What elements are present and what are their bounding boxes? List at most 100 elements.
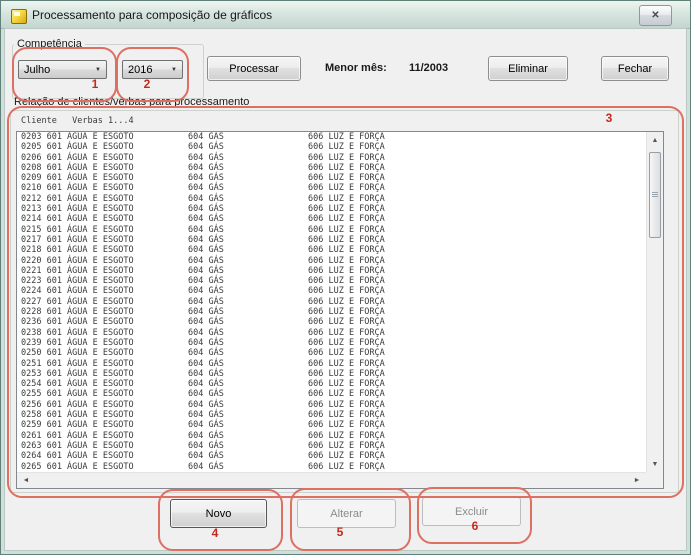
list-item-cell: 606 LUZ E FORÇA (308, 152, 385, 163)
list-item-cell: 604 GÁS (188, 420, 224, 431)
list-item-cell: 0213 601 ÁGUA E ESGOTO (21, 204, 134, 215)
list-item[interactable]: 0209 601 ÁGUA E ESGOTO 604 GÁS 606 LUZ E F… (17, 173, 646, 183)
list-item[interactable]: 0203 601 ÁGUA E ESGOTO 604 GÁS 606 LUZ E F… (17, 132, 646, 142)
list-item-cell: 606 LUZ E FORÇA (308, 461, 385, 472)
list-item[interactable]: 0213 601 ÁGUA E ESGOTO 604 GÁS 606 LUZ E F… (17, 204, 646, 214)
list-item[interactable]: 0212 601 ÁGUA E ESGOTO 604 GÁS 606 LUZ E F… (17, 194, 646, 204)
title-bar[interactable]: Processamento para composição de gráfico… (1, 1, 690, 29)
list-item-cell: 604 GÁS (188, 255, 224, 266)
alterar-button: Alterar (297, 499, 396, 528)
list-item-cell: 604 GÁS (188, 204, 224, 215)
list-item-cell: 604 GÁS (188, 265, 224, 276)
list-item[interactable]: 0210 601 ÁGUA E ESGOTO 604 GÁS 606 LUZ E F… (17, 183, 646, 193)
list-item-cell: 606 LUZ E FORÇA (308, 265, 385, 276)
list-item[interactable]: 0265 601 ÁGUA E ESGOTO 604 GÁS 606 LUZ E F… (17, 462, 646, 472)
list-item-cell: 604 GÁS (188, 296, 224, 307)
list-item[interactable]: 0205 601 ÁGUA E ESGOTO 604 GÁS 606 LUZ E F… (17, 142, 646, 152)
list-item-cell: 606 LUZ E FORÇA (308, 358, 385, 369)
list-item-cell: 606 LUZ E FORÇA (308, 276, 385, 287)
list-item-cell: 0265 601 ÁGUA E ESGOTO (21, 461, 134, 472)
month-select-value: Julho (24, 63, 51, 76)
list-item[interactable]: 0218 601 ÁGUA E ESGOTO 604 GÁS 606 LUZ E F… (17, 245, 646, 255)
list-item-cell: 0227 601 ÁGUA E ESGOTO (21, 296, 134, 307)
list-item-cell: 0210 601 ÁGUA E ESGOTO (21, 183, 134, 194)
scroll-left-icon[interactable]: ◄ (19, 473, 33, 488)
list-item-cell: 604 GÁS (188, 399, 224, 410)
list-item-cell: 606 LUZ E FORÇA (308, 224, 385, 235)
close-button[interactable]: ✕ (639, 5, 672, 26)
year-select[interactable]: 2016 ▼ (122, 60, 183, 79)
vertical-scrollbar[interactable]: ▲ ▼ (646, 132, 663, 472)
list-item-cell: 604 GÁS (188, 451, 224, 462)
list-item-cell: 604 GÁS (188, 132, 224, 142)
list-item-cell: 0215 601 ÁGUA E ESGOTO (21, 224, 134, 235)
horizontal-scrollbar[interactable]: ◄ ► (17, 472, 646, 488)
list-item-cell: 606 LUZ E FORÇA (308, 337, 385, 348)
list-item[interactable]: 0239 601 ÁGUA E ESGOTO 604 GÁS 606 LUZ E F… (17, 338, 646, 348)
list-item[interactable]: 0223 601 ÁGUA E ESGOTO 604 GÁS 606 LUZ E F… (17, 276, 646, 286)
list-item-cell: 604 GÁS (188, 152, 224, 163)
list-item[interactable]: 0228 601 ÁGUA E ESGOTO 604 GÁS 606 LUZ E F… (17, 307, 646, 317)
list-item[interactable]: 0208 601 ÁGUA E ESGOTO 604 GÁS 606 LUZ E F… (17, 163, 646, 173)
list-item-cell: 606 LUZ E FORÇA (308, 368, 385, 379)
close-icon: ✕ (651, 10, 660, 21)
list-item-cell: 604 GÁS (188, 430, 224, 441)
list-item[interactable]: 0253 601 ÁGUA E ESGOTO 604 GÁS 606 LUZ E F… (17, 369, 646, 379)
scroll-right-icon[interactable]: ► (630, 473, 644, 488)
novo-button[interactable]: Novo (170, 499, 267, 528)
list-header: Cliente Verbas 1...4 (21, 116, 134, 126)
list-item[interactable]: 0221 601 ÁGUA E ESGOTO 604 GÁS 606 LUZ E F… (17, 266, 646, 276)
list-item-cell: 604 GÁS (188, 389, 224, 400)
clientes-listbox[interactable]: 0203 601 ÁGUA E ESGOTO 604 GÁS 606 LUZ E F… (16, 131, 664, 489)
list-item[interactable]: 0251 601 ÁGUA E ESGOTO 604 GÁS 606 LUZ E F… (17, 359, 646, 369)
list-item-cell: 606 LUZ E FORÇA (308, 307, 385, 318)
list-item[interactable]: 0259 601 ÁGUA E ESGOTO 604 GÁS 606 LUZ E F… (17, 420, 646, 430)
list-item-cell: 604 GÁS (188, 193, 224, 204)
list-item-cell: 606 LUZ E FORÇA (308, 379, 385, 390)
list-item-cell: 0221 601 ÁGUA E ESGOTO (21, 265, 134, 276)
list-item[interactable]: 0263 601 ÁGUA E ESGOTO 604 GÁS 606 LUZ E F… (17, 441, 646, 451)
list-item[interactable]: 0250 601 ÁGUA E ESGOTO 604 GÁS 606 LUZ E F… (17, 348, 646, 358)
list-item-cell: 606 LUZ E FORÇA (308, 348, 385, 359)
list-item-cell: 606 LUZ E FORÇA (308, 296, 385, 307)
list-item[interactable]: 0236 601 ÁGUA E ESGOTO 604 GÁS 606 LUZ E F… (17, 317, 646, 327)
list-item-cell: 606 LUZ E FORÇA (308, 204, 385, 215)
fechar-button[interactable]: Fechar (601, 56, 669, 81)
chevron-down-icon: ▼ (171, 66, 177, 73)
list-item[interactable]: 0255 601 ÁGUA E ESGOTO 604 GÁS 606 LUZ E F… (17, 389, 646, 399)
list-item-cell: 604 GÁS (188, 368, 224, 379)
list-item[interactable]: 0224 601 ÁGUA E ESGOTO 604 GÁS 606 LUZ E F… (17, 286, 646, 296)
eliminar-button[interactable]: Eliminar (488, 56, 568, 81)
list-item[interactable]: 0256 601 ÁGUA E ESGOTO 604 GÁS 606 LUZ E F… (17, 400, 646, 410)
list-item-cell: 606 LUZ E FORÇA (308, 162, 385, 173)
list-item[interactable]: 0217 601 ÁGUA E ESGOTO 604 GÁS 606 LUZ E F… (17, 235, 646, 245)
list-item-cell: 606 LUZ E FORÇA (308, 440, 385, 451)
list-item-cell: 0253 601 ÁGUA E ESGOTO (21, 368, 134, 379)
list-item[interactable]: 0227 601 ÁGUA E ESGOTO 604 GÁS 606 LUZ E F… (17, 297, 646, 307)
list-item-cell: 606 LUZ E FORÇA (308, 132, 385, 142)
list-item-cell: 0212 601 ÁGUA E ESGOTO (21, 193, 134, 204)
list-item-cell: 604 GÁS (188, 461, 224, 472)
list-item-cell: 604 GÁS (188, 173, 224, 184)
scrollbar-thumb[interactable] (649, 152, 661, 238)
scroll-down-icon[interactable]: ▼ (647, 456, 663, 472)
scrollbar-corner (646, 472, 663, 488)
list-item-cell: 0236 601 ÁGUA E ESGOTO (21, 317, 134, 328)
list-item-cell: 604 GÁS (188, 327, 224, 338)
processar-button[interactable]: Processar (207, 56, 301, 81)
list-item[interactable]: 0238 601 ÁGUA E ESGOTO 604 GÁS 606 LUZ E F… (17, 328, 646, 338)
menor-mes-label: Menor mês: (325, 62, 387, 74)
list-item[interactable]: 0258 601 ÁGUA E ESGOTO 604 GÁS 606 LUZ E F… (17, 410, 646, 420)
list-item[interactable]: 0220 601 ÁGUA E ESGOTO 604 GÁS 606 LUZ E F… (17, 256, 646, 266)
list-item[interactable]: 0206 601 ÁGUA E ESGOTO 604 GÁS 606 LUZ E F… (17, 153, 646, 163)
list-item-cell: 604 GÁS (188, 348, 224, 359)
list-item[interactable]: 0214 601 ÁGUA E ESGOTO 604 GÁS 606 LUZ E F… (17, 214, 646, 224)
list-item-cell: 0238 601 ÁGUA E ESGOTO (21, 327, 134, 338)
list-item[interactable]: 0215 601 ÁGUA E ESGOTO 604 GÁS 606 LUZ E F… (17, 225, 646, 235)
list-item[interactable]: 0261 601 ÁGUA E ESGOTO 604 GÁS 606 LUZ E F… (17, 431, 646, 441)
list-item-cell: 604 GÁS (188, 440, 224, 451)
month-select[interactable]: Julho ▼ (18, 60, 107, 79)
scroll-up-icon[interactable]: ▲ (647, 132, 663, 148)
list-item[interactable]: 0254 601 ÁGUA E ESGOTO 604 GÁS 606 LUZ E F… (17, 379, 646, 389)
list-item[interactable]: 0264 601 ÁGUA E ESGOTO 604 GÁS 606 LUZ E F… (17, 451, 646, 461)
